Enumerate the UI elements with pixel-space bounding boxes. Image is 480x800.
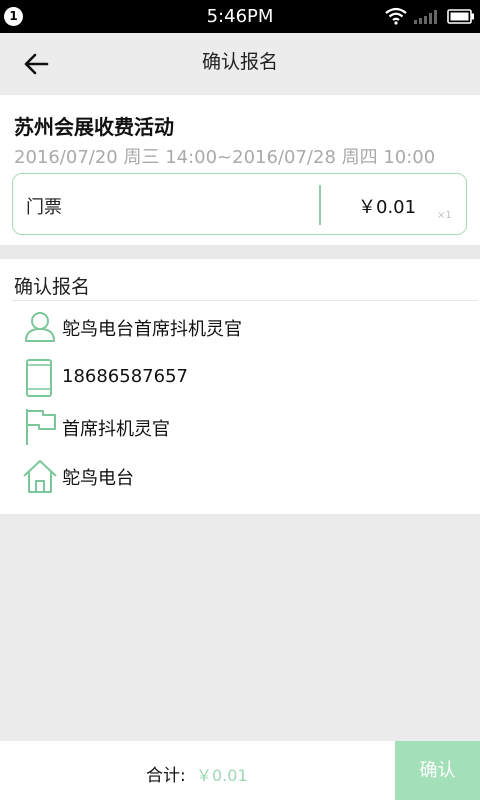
signal-icon [414, 10, 437, 24]
home-icon [23, 460, 57, 493]
info-row-name: 鸵鸟电台首席抖机灵官 [22, 307, 462, 347]
total-value: ￥0.01 [196, 766, 248, 785]
event-title: 苏州会展收费活动 [14, 115, 174, 139]
total-label: 合计: [146, 766, 186, 786]
event-card: 苏州会展收费活动 2016/07/20 周三 14:00~2016/07/28 … [0, 95, 480, 245]
confirm-header: 确认报名 [14, 276, 91, 298]
confirm-button[interactable]: 确认 [395, 741, 480, 800]
info-phone: 18686587657 [62, 366, 188, 387]
confirm-section: 确认报名 鸵鸟电台首席抖机灵官 18686587657 首席抖机灵官 鸵鸟电台 [0, 259, 480, 514]
bottom-bar: 合计: ￥0.01 确认 [0, 740, 480, 800]
ticket-quantity: ×1 [437, 210, 452, 221]
info-title: 首席抖机灵官 [62, 419, 170, 440]
info-name: 鸵鸟电台首席抖机灵官 [62, 319, 242, 340]
ticket-divider [319, 185, 321, 225]
status-bar: 1 5:46PM [0, 0, 480, 33]
page-title: 确认报名 [201, 51, 278, 73]
info-row-company: 鸵鸟电台 [22, 456, 462, 496]
info-company: 鸵鸟电台 [62, 468, 134, 489]
wifi-icon [385, 7, 407, 25]
info-row-phone: 18686587657 [22, 358, 462, 398]
person-icon [25, 312, 55, 342]
flag-icon [26, 409, 56, 445]
battery-icon [447, 9, 474, 24]
event-time: 2016/07/20 周三 14:00~2016/07/28 周四 10:00 [14, 147, 436, 168]
status-time: 5:46PM [206, 6, 274, 27]
section-divider [12, 300, 478, 301]
ticket-name: 门票 [26, 197, 62, 218]
ticket-price: ￥0.01 [358, 197, 417, 218]
ticket-option[interactable]: 门票 ￥0.01 ×1 [12, 173, 467, 235]
info-row-title: 首席抖机灵官 [22, 407, 462, 447]
top-bar: 确认报名 [0, 33, 480, 95]
blank-area [0, 514, 480, 740]
section-gap [0, 245, 480, 259]
phone-icon [26, 359, 52, 397]
